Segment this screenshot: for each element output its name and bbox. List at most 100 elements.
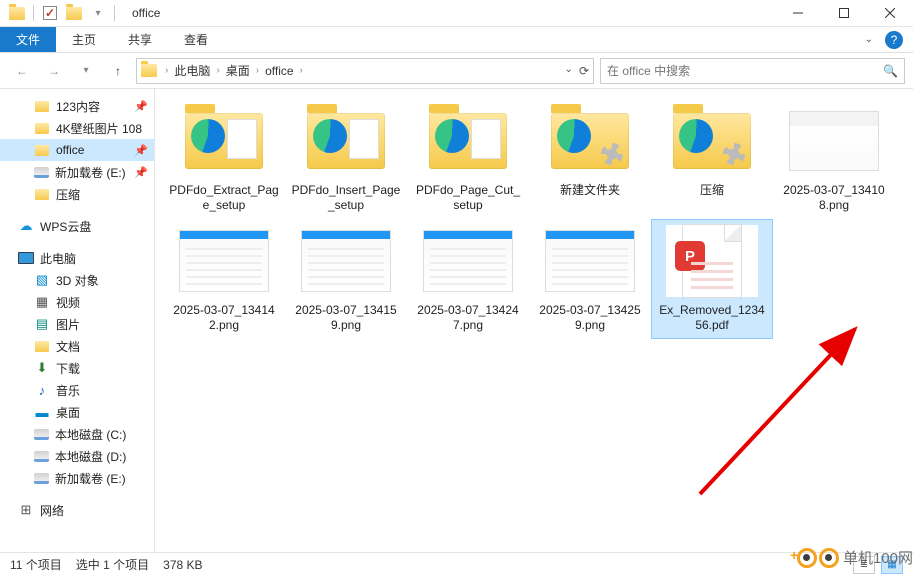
folder-icon bbox=[34, 98, 50, 114]
picture-icon: ▤ bbox=[34, 316, 50, 332]
folder-item[interactable]: 新建文件夹 bbox=[529, 99, 651, 219]
tree-label: 3D 对象 bbox=[56, 272, 99, 289]
chevron-right-icon[interactable]: › bbox=[298, 65, 305, 76]
tree-item-pictures[interactable]: ▤ 图片 bbox=[0, 313, 154, 335]
title-bar: ✓ ▾ office bbox=[0, 0, 913, 27]
tree-item-this-pc[interactable]: 此电脑 bbox=[0, 247, 154, 269]
back-button[interactable]: ← bbox=[8, 59, 36, 83]
quick-access-toolbar: ✓ ▾ bbox=[0, 2, 118, 24]
refresh-button[interactable]: ⟳ bbox=[579, 64, 589, 78]
image-item[interactable]: 2025-03-07_134259.png bbox=[529, 219, 651, 339]
disk-icon bbox=[34, 473, 49, 484]
up-button[interactable]: ↑ bbox=[104, 59, 132, 83]
search-box[interactable]: 🔍 bbox=[600, 58, 905, 84]
tree-item-3d-objects[interactable]: ▧3D 对象 bbox=[0, 269, 154, 291]
address-bar[interactable]: › 此电脑 › 桌面 › office › ⌄ ⟳ bbox=[136, 58, 594, 84]
item-label: PDFdo_Page_Cut_setup bbox=[413, 183, 523, 213]
tab-share[interactable]: 共享 bbox=[112, 27, 168, 52]
item-label: 2025-03-07_134108.png bbox=[779, 183, 889, 213]
folder-item[interactable]: 压缩 bbox=[651, 99, 773, 219]
tab-view[interactable]: 查看 bbox=[168, 27, 224, 52]
pdf-item-selected[interactable]: P Ex_Removed_123456.pdf bbox=[651, 219, 773, 339]
app-folder-icon bbox=[6, 2, 28, 24]
qat-overflow-chevron[interactable]: ▾ bbox=[87, 2, 109, 24]
qat-properties-checkbox[interactable]: ✓ bbox=[39, 2, 61, 24]
watermark: 单机100网 bbox=[797, 547, 913, 568]
tab-home[interactable]: 主页 bbox=[56, 27, 112, 52]
tree-label: 本地磁盘 (D:) bbox=[55, 448, 126, 465]
tree-item-drive-d[interactable]: 本地磁盘 (D:) bbox=[0, 445, 154, 467]
item-label: 2025-03-07_134142.png bbox=[169, 303, 279, 333]
forward-button[interactable]: → bbox=[40, 59, 68, 83]
search-icon[interactable]: 🔍 bbox=[883, 64, 898, 78]
tree-label: 图片 bbox=[56, 316, 80, 333]
tree-item-drive-e[interactable]: 新加载卷 (E:)📌 bbox=[0, 161, 154, 183]
navigation-bar: ← → ▾ ↑ › 此电脑 › 桌面 › office › ⌄ ⟳ 🔍 bbox=[0, 53, 913, 89]
tree-item-drive-e2[interactable]: 新加载卷 (E:) bbox=[0, 467, 154, 489]
chevron-right-icon[interactable]: › bbox=[163, 65, 170, 76]
tree-item-wps-cloud[interactable]: ☁WPS云盘 bbox=[0, 215, 154, 237]
folder-icon bbox=[141, 64, 157, 77]
chevron-right-icon[interactable]: › bbox=[254, 65, 261, 76]
address-dropdown-chevron[interactable]: ⌄ bbox=[565, 64, 573, 78]
minimize-button[interactable] bbox=[775, 0, 821, 27]
item-label: 2025-03-07_134159.png bbox=[291, 303, 401, 333]
tree-label: 压缩 bbox=[56, 186, 80, 203]
tree-label: 桌面 bbox=[56, 404, 80, 421]
folder-item[interactable]: PDFdo_Page_Cut_setup bbox=[407, 99, 529, 219]
close-button[interactable] bbox=[867, 0, 913, 27]
crumb-pc[interactable]: 此电脑 bbox=[170, 62, 214, 79]
tree-item-downloads[interactable]: ⬇ 下载 bbox=[0, 357, 154, 379]
tree-label: 文档 bbox=[56, 338, 80, 355]
crumb-desktop[interactable]: 桌面 bbox=[222, 62, 254, 79]
image-item[interactable]: 2025-03-07_134247.png bbox=[407, 219, 529, 339]
folder-item[interactable]: PDFdo_Insert_Page_setup bbox=[285, 99, 407, 219]
document-icon bbox=[34, 338, 50, 354]
ribbon-collapse-chevron[interactable]: ⌄ bbox=[865, 34, 873, 45]
item-label: PDFdo_Extract_Page_setup bbox=[169, 183, 279, 213]
recent-locations-chevron[interactable]: ▾ bbox=[72, 59, 100, 83]
watermark-text: 单机100网 bbox=[843, 547, 913, 568]
item-label: 新建文件夹 bbox=[560, 183, 620, 198]
image-item[interactable]: 2025-03-07_134108.png bbox=[773, 99, 895, 219]
video-icon: ▦ bbox=[34, 294, 50, 310]
item-label: Ex_Removed_123456.pdf bbox=[657, 303, 767, 333]
pin-icon: 📌 bbox=[134, 166, 148, 179]
folder-icon[interactable] bbox=[63, 2, 85, 24]
tree-item-network[interactable]: ⊞网络 bbox=[0, 499, 154, 521]
tree-label: 123内容 bbox=[56, 98, 100, 115]
tree-label: 4K壁纸图片 108 bbox=[56, 120, 142, 137]
tree-item-4k-wallpaper[interactable]: 4K壁纸图片 108 bbox=[0, 117, 154, 139]
maximize-button[interactable] bbox=[821, 0, 867, 27]
tree-item-office[interactable]: office📌 bbox=[0, 139, 154, 161]
window-title: office bbox=[132, 6, 160, 20]
file-list[interactable]: PDFdo_Extract_Page_setup PDFdo_Insert_Pa… bbox=[155, 89, 913, 552]
tree-item-music[interactable]: ♪音乐 bbox=[0, 379, 154, 401]
tree-item-videos[interactable]: ▦ 视频 bbox=[0, 291, 154, 313]
navigation-tree[interactable]: 123内容📌 4K壁纸图片 108 office📌 新加载卷 (E:)📌 压缩 … bbox=[0, 89, 155, 552]
network-icon: ⊞ bbox=[18, 502, 34, 518]
image-item[interactable]: 2025-03-07_134159.png bbox=[285, 219, 407, 339]
tree-item-drive-c[interactable]: 本地磁盘 (C:) bbox=[0, 423, 154, 445]
search-input[interactable] bbox=[607, 64, 883, 78]
tree-item-compress[interactable]: 压缩 bbox=[0, 183, 154, 205]
item-label: 压缩 bbox=[700, 183, 724, 198]
item-label: 2025-03-07_134247.png bbox=[413, 303, 523, 333]
tab-file[interactable]: 文件 bbox=[0, 27, 56, 52]
chevron-right-icon[interactable]: › bbox=[214, 65, 221, 76]
help-button[interactable]: ? bbox=[885, 31, 903, 49]
pin-icon: 📌 bbox=[134, 100, 148, 113]
folder-item[interactable]: PDFdo_Extract_Page_setup bbox=[163, 99, 285, 219]
desktop-icon: ▬ bbox=[34, 404, 50, 420]
tree-item-123content[interactable]: 123内容 📌 bbox=[0, 95, 154, 117]
status-selection: 选中 1 个项目 bbox=[76, 556, 149, 573]
item-label: 2025-03-07_134259.png bbox=[535, 303, 645, 333]
tree-label: 视频 bbox=[56, 294, 80, 311]
image-item[interactable]: 2025-03-07_134142.png bbox=[163, 219, 285, 339]
tree-item-desktop[interactable]: ▬ 桌面 bbox=[0, 401, 154, 423]
crumb-office[interactable]: office bbox=[261, 64, 297, 78]
tree-label: 下载 bbox=[56, 360, 80, 377]
download-icon: ⬇ bbox=[34, 360, 50, 376]
status-size: 378 KB bbox=[163, 558, 202, 572]
tree-item-documents[interactable]: 文档 bbox=[0, 335, 154, 357]
